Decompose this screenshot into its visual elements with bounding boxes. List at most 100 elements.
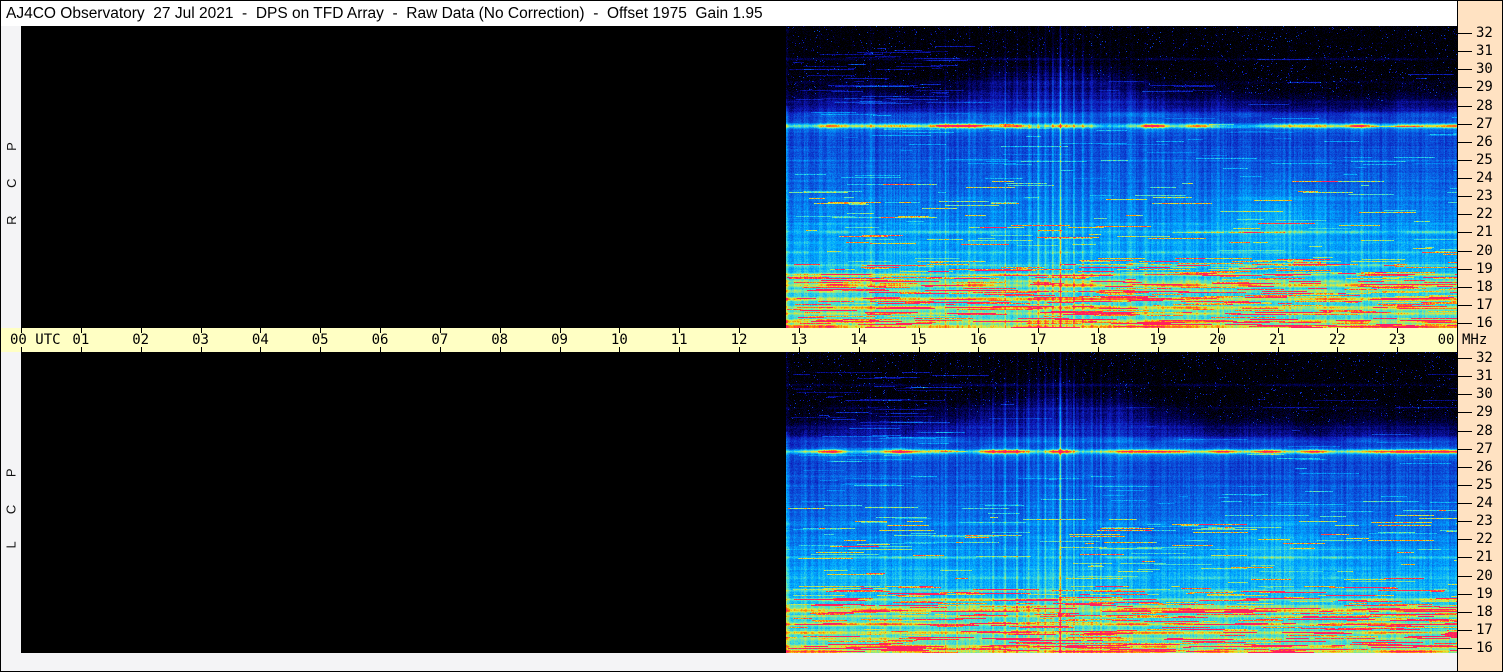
- time-tick-label: 08: [491, 332, 509, 348]
- freq-tick: [1458, 503, 1472, 504]
- freq-tick-label: 23: [1476, 513, 1493, 529]
- freq-tick-label: 19: [1476, 261, 1493, 277]
- freq-tick-label: 23: [1476, 188, 1493, 204]
- freq-tick: [1458, 196, 1472, 197]
- freq-tick-label: 30: [1476, 61, 1493, 77]
- freq-tick-label: 26: [1476, 134, 1493, 150]
- freq-tick: [1458, 412, 1472, 413]
- bottom-margin-strip: [1, 653, 1457, 671]
- freq-tick: [1458, 269, 1472, 270]
- freq-tick-label: 32: [1476, 350, 1493, 366]
- freq-tick-label: 18: [1476, 604, 1493, 620]
- time-tick-label: 01: [72, 332, 90, 348]
- freq-tick: [1458, 521, 1472, 522]
- freq-tick: [1458, 124, 1472, 125]
- polarization-label-lcp: L C P: [1, 352, 21, 653]
- freq-tick-label: 24: [1476, 495, 1493, 511]
- freq-tick: [1458, 178, 1472, 179]
- freq-tick: [1458, 648, 1472, 649]
- freq-tick: [1458, 69, 1472, 70]
- polarization-label-rcp: R C P: [1, 26, 21, 328]
- freq-tick: [1458, 539, 1472, 540]
- time-tick-label: 04: [251, 332, 269, 348]
- freq-tick: [1458, 33, 1472, 34]
- freq-tick-label: 17: [1476, 622, 1493, 638]
- freq-tick: [1458, 594, 1472, 595]
- freq-tick-label: 20: [1476, 243, 1493, 259]
- time-tick-label: 12: [730, 332, 748, 348]
- time-tick-label: 05: [311, 332, 329, 348]
- freq-tick: [1458, 576, 1472, 577]
- freq-tick: [1458, 630, 1472, 631]
- freq-tick: [1458, 467, 1472, 468]
- lcp-label-text: L C P: [3, 456, 19, 549]
- freq-tick-label: 26: [1476, 459, 1493, 475]
- freq-tick: [1458, 142, 1472, 143]
- time-tick-label: 19: [1149, 332, 1167, 348]
- freq-tick: [1458, 358, 1472, 359]
- freq-tick: [1458, 232, 1472, 233]
- freq-tick: [1458, 431, 1472, 432]
- time-tick-label: 21: [1269, 332, 1286, 348]
- freq-tick-label: 29: [1476, 79, 1493, 95]
- freq-tick-label: 27: [1476, 441, 1493, 457]
- time-tick-label: 09: [551, 332, 568, 348]
- freq-tick: [1458, 287, 1472, 288]
- freq-tick-label: 30: [1476, 386, 1493, 402]
- freq-tick: [1458, 376, 1472, 377]
- time-tick-label: 06: [371, 332, 389, 348]
- time-tick-label: 03: [192, 332, 209, 348]
- freq-tick: [1458, 106, 1472, 107]
- freq-tick-label: 17: [1476, 297, 1493, 313]
- freq-tick-label: 20: [1476, 568, 1493, 584]
- freq-tick-label: 25: [1476, 152, 1493, 168]
- time-tick-label: 17: [1029, 332, 1047, 348]
- freq-tick-label: 28: [1476, 98, 1493, 114]
- freq-tick-label: 25: [1476, 477, 1493, 493]
- time-tick-label: 02: [132, 332, 150, 348]
- time-tick-label: 20: [1209, 332, 1227, 348]
- spectrograph-window: AJ4CO Observatory 27 Jul 2021 - DPS on T…: [0, 0, 1503, 672]
- freq-tick: [1458, 449, 1472, 450]
- freq-tick: [1458, 323, 1472, 324]
- time-tick-label: 14: [850, 332, 868, 348]
- time-tick-label: 16: [969, 332, 987, 348]
- frequency-unit-label: MHz: [1462, 332, 1488, 348]
- time-tick-label: 07: [431, 332, 449, 348]
- freq-tick: [1458, 394, 1472, 395]
- time-tick-label: 11: [670, 332, 688, 348]
- time-tick-label: 10: [610, 332, 628, 348]
- freq-tick-label: 19: [1476, 586, 1493, 602]
- time-tick-label: 13: [790, 332, 808, 348]
- time-tick-label: 15: [910, 332, 927, 348]
- freq-tick-label: 31: [1476, 368, 1493, 384]
- freq-tick: [1458, 160, 1472, 161]
- freq-tick: [1458, 557, 1472, 558]
- freq-tick-label: 18: [1476, 279, 1493, 295]
- spectrogram-rcp-canvas: [21, 26, 1457, 328]
- time-tick-label: 22: [1328, 332, 1346, 348]
- freq-tick-label: 29: [1476, 404, 1493, 420]
- freq-tick: [1458, 251, 1472, 252]
- freq-tick-label: 32: [1476, 25, 1493, 41]
- spectrogram-lcp-canvas: [21, 352, 1457, 653]
- freq-tick: [1458, 51, 1472, 52]
- freq-tick-label: 21: [1476, 224, 1493, 240]
- freq-tick-label: 28: [1476, 423, 1493, 439]
- freq-tick: [1458, 612, 1472, 613]
- rcp-label-text: R C P: [3, 129, 19, 225]
- freq-tick-label: 16: [1476, 315, 1493, 331]
- freq-tick-label: 21: [1476, 549, 1493, 565]
- freq-tick: [1458, 87, 1472, 88]
- title-bar: AJ4CO Observatory 27 Jul 2021 - DPS on T…: [1, 1, 1457, 26]
- freq-tick-label: 27: [1476, 116, 1493, 132]
- freq-tick: [1458, 305, 1472, 306]
- freq-tick-label: 22: [1476, 531, 1493, 547]
- time-tick-label: 18: [1089, 332, 1107, 348]
- freq-tick-label: 22: [1476, 206, 1493, 222]
- freq-tick: [1458, 485, 1472, 486]
- freq-tick: [1458, 214, 1472, 215]
- freq-tick-label: 16: [1476, 640, 1493, 656]
- freq-tick-label: 31: [1476, 43, 1493, 59]
- freq-tick-label: 24: [1476, 170, 1493, 186]
